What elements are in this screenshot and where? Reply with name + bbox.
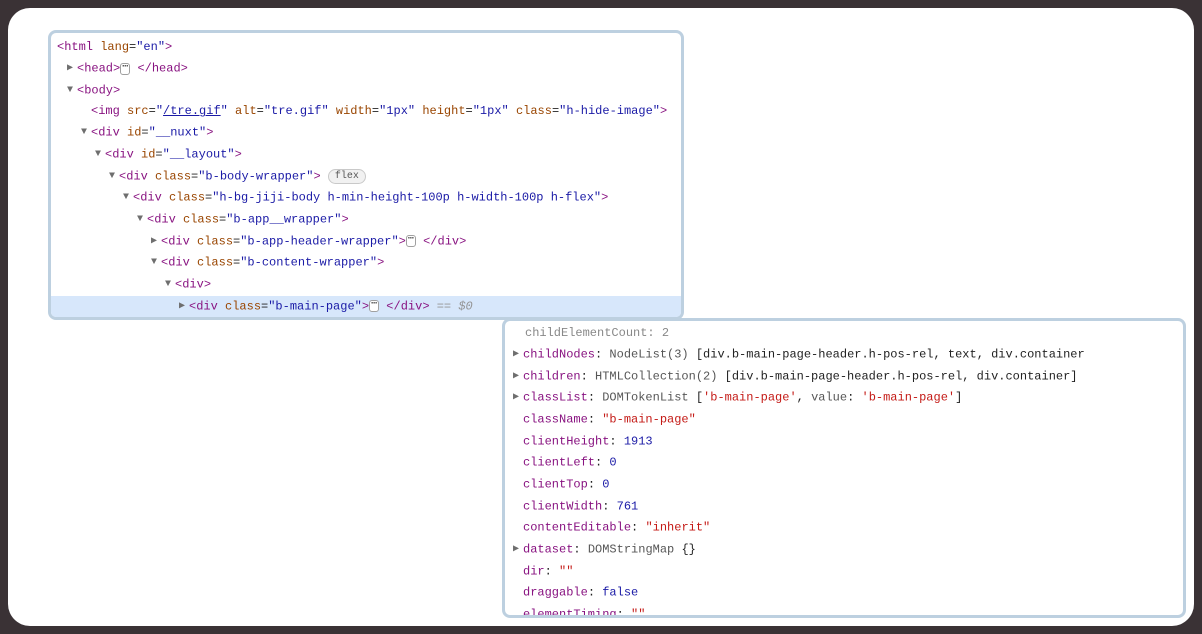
prop-value: ""	[559, 564, 573, 578]
prop-key: clientLeft	[523, 456, 595, 470]
elements-tree-panel[interactable]: <html lang="en"> ▶<head>⋯ </head> ▼<body…	[48, 30, 684, 320]
collapse-arrow-icon[interactable]: ▼	[109, 168, 119, 185]
expand-arrow-icon[interactable]: ▶	[513, 368, 523, 385]
dom-node-layout[interactable]: ▼<div id="__layout">	[51, 144, 681, 166]
prop-value: [div.b-main-page-header.h-pos-rel, text,…	[689, 348, 1085, 362]
dom-node-body-wrapper[interactable]: ▼<div class="b-body-wrapper"> flex	[51, 166, 681, 188]
expand-arrow-icon[interactable]: ▶	[67, 60, 77, 77]
expand-arrow-icon[interactable]: ▶	[151, 233, 161, 250]
prop-row-classList[interactable]: ▶classList: DOMTokenList ['b-main-page',…	[505, 387, 1183, 409]
prop-row-contentEditable[interactable]: contentEditable: "inherit"	[505, 517, 1183, 539]
properties-panel[interactable]: childElementCount: 2 ▶childNodes: NodeLi…	[502, 318, 1186, 618]
devtools-canvas: <html lang="en"> ▶<head>⋯ </head> ▼<body…	[8, 8, 1194, 626]
prop-row-className[interactable]: className: "b-main-page"	[505, 409, 1183, 431]
prop-value: 0	[609, 456, 616, 470]
flex-badge[interactable]: flex	[328, 169, 366, 184]
prop-value: false	[602, 586, 638, 600]
dom-node-app-wrapper[interactable]: ▼<div class="b-app__wrapper">	[51, 209, 681, 231]
dom-node-main-page-selected[interactable]: ▶<div class="b-main-page">⋯ </div> == $0	[51, 296, 681, 318]
prop-key: elementTiming	[523, 608, 617, 618]
prop-row-clientLeft[interactable]: clientLeft: 0	[505, 452, 1183, 474]
collapse-arrow-icon[interactable]: ▼	[151, 254, 161, 271]
ellipsis-icon[interactable]: ⋯	[369, 300, 379, 312]
prop-row-clientHeight[interactable]: clientHeight: 1913	[505, 431, 1183, 453]
selected-ref-label: == $0	[430, 299, 473, 313]
dom-node-inner-div[interactable]: ▼<div>	[51, 274, 681, 296]
expand-arrow-icon[interactable]: ▶	[513, 389, 523, 406]
prop-value: 0	[602, 478, 609, 492]
dom-node-body[interactable]: ▼<body>	[51, 80, 681, 102]
dom-node-img[interactable]: <img src="/tre.gif" alt="tre.gif" width=…	[51, 101, 681, 122]
prop-row-draggable[interactable]: draggable: false	[505, 582, 1183, 604]
prop-row-dataset[interactable]: ▶dataset: DOMStringMap {}	[505, 539, 1183, 561]
prop-key: childNodes	[523, 348, 595, 362]
collapse-arrow-icon[interactable]: ▼	[123, 189, 133, 206]
prop-row-cut: childElementCount: 2	[505, 323, 1183, 344]
dom-node-content-wrapper[interactable]: ▼<div class="b-content-wrapper">	[51, 252, 681, 274]
prop-value: 1913	[624, 434, 653, 448]
collapse-arrow-icon[interactable]: ▼	[67, 82, 77, 99]
prop-value: [div.b-main-page-header.h-pos-rel, div.c…	[717, 369, 1077, 383]
collapse-arrow-icon[interactable]: ▼	[165, 276, 175, 293]
prop-row-dir[interactable]: dir: ""	[505, 561, 1183, 583]
ellipsis-icon[interactable]: ⋯	[406, 235, 416, 247]
prop-row-clientTop[interactable]: clientTop: 0	[505, 474, 1183, 496]
prop-type: DOMTokenList	[602, 391, 688, 405]
prop-row-children[interactable]: ▶children: HTMLCollection(2) [div.b-main…	[505, 366, 1183, 388]
prop-row-elementTiming[interactable]: elementTiming: ""	[505, 604, 1183, 618]
expand-arrow-icon[interactable]: ▶	[179, 298, 189, 315]
dom-node-head[interactable]: ▶<head>⋯ </head>	[51, 58, 681, 80]
prop-key: className	[523, 413, 588, 427]
prop-key: clientWidth	[523, 499, 602, 513]
prop-type: HTMLCollection(2)	[595, 369, 717, 383]
prop-value: ""	[631, 608, 645, 618]
dom-node-nuxt[interactable]: ▼<div id="__nuxt">	[51, 122, 681, 144]
prop-value: "b-main-page"	[602, 413, 696, 427]
prop-value: 761	[617, 499, 639, 513]
prop-key: contentEditable	[523, 521, 631, 535]
prop-type: DOMStringMap	[588, 543, 674, 557]
prop-row-clientWidth[interactable]: clientWidth: 761	[505, 496, 1183, 518]
collapse-arrow-icon[interactable]: ▼	[81, 124, 91, 141]
dom-node-html[interactable]: <html lang="en">	[51, 37, 681, 58]
prop-key: clientTop	[523, 478, 588, 492]
prop-value: "inherit"	[645, 521, 710, 535]
prop-key: dataset	[523, 543, 573, 557]
expand-arrow-icon[interactable]: ▶	[513, 346, 523, 363]
dom-node-bg-jiji[interactable]: ▼<div class="h-bg-jiji-body h-min-height…	[51, 187, 681, 209]
dom-node-app-header[interactable]: ▶<div class="b-app-header-wrapper">⋯ </d…	[51, 231, 681, 253]
prop-key: dir	[523, 564, 545, 578]
prop-key: clientHeight	[523, 434, 609, 448]
expand-arrow-icon[interactable]: ▶	[513, 541, 523, 558]
prop-key: draggable	[523, 586, 588, 600]
prop-type: NodeList(3)	[609, 348, 688, 362]
prop-key: classList	[523, 391, 588, 405]
prop-value: {}	[674, 543, 696, 557]
ellipsis-icon[interactable]: ⋯	[120, 63, 130, 75]
prop-row-childNodes[interactable]: ▶childNodes: NodeList(3) [div.b-main-pag…	[505, 344, 1183, 366]
collapse-arrow-icon[interactable]: ▼	[95, 146, 105, 163]
prop-key: children	[523, 369, 581, 383]
collapse-arrow-icon[interactable]: ▼	[137, 211, 147, 228]
